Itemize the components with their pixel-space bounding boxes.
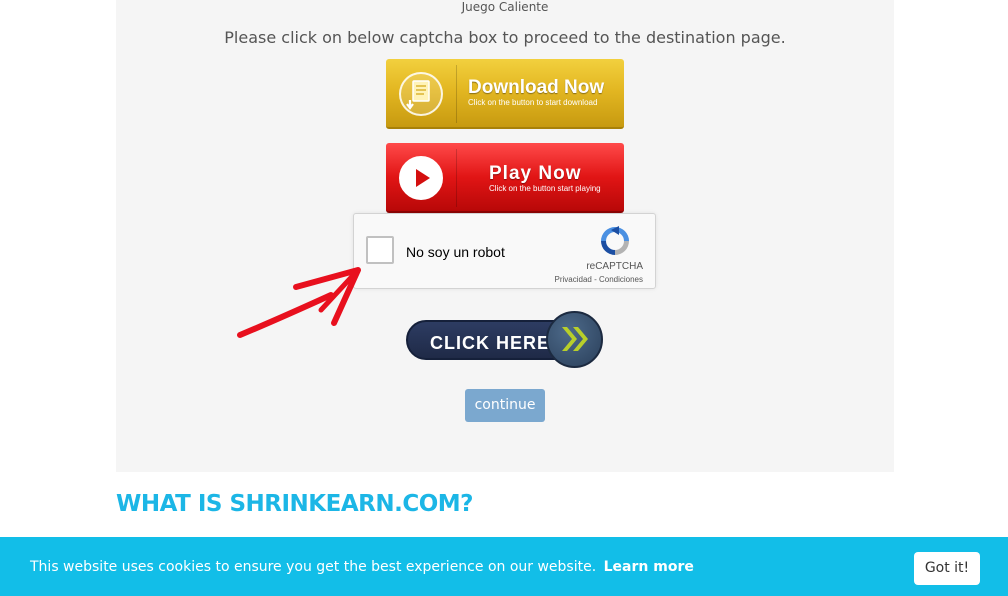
cookie-consent-bar: This website uses cookies to ensure you … (0, 537, 1008, 596)
recaptcha-checkbox[interactable] (366, 236, 394, 264)
download-now-label: Download Now (468, 77, 605, 98)
learn-more-link[interactable]: Learn more (604, 559, 694, 575)
double-chevron-right-icon (546, 311, 603, 368)
play-now-sublabel: Click on the button start playing (489, 184, 601, 193)
content-panel: Juego Caliente Please click on below cap… (116, 0, 894, 472)
play-now-label: Play Now (489, 163, 582, 184)
got-it-button[interactable]: Got it! (914, 552, 980, 585)
recaptcha-brand: reCAPTCHA (586, 261, 643, 272)
play-now-ad-button[interactable]: Play Now Click on the button start playi… (386, 143, 624, 213)
document-download-icon (399, 72, 443, 116)
recaptcha-label: No soy un robot (406, 244, 505, 260)
continue-button[interactable]: continue (465, 389, 545, 422)
download-now-sublabel: Click on the button to start download (468, 98, 598, 107)
download-now-ad-button[interactable]: Download Now Click on the button to star… (386, 59, 624, 129)
recaptcha-logo-icon (598, 224, 632, 258)
click-here-label: CLICK HERE (430, 333, 551, 353)
play-icon (399, 156, 443, 200)
cookie-message: This website uses cookies to ensure you … (30, 559, 597, 575)
captcha-instruction: Please click on below captcha box to pro… (224, 28, 786, 47)
red-arrow-icon (237, 267, 361, 338)
recaptcha-widget: No soy un robot reCAPTCHA Privacidad - C… (353, 213, 656, 289)
link-title: Juego Caliente (461, 0, 549, 14)
recaptcha-privacy-terms-links[interactable]: Privacidad - Condiciones (555, 275, 644, 284)
section-heading: WHAT IS SHRINKEARN.COM? (116, 491, 473, 517)
page: Juego Caliente Please click on below cap… (0, 0, 1008, 596)
click-here-button[interactable]: CLICK HERE (406, 311, 606, 369)
ad-divider (456, 149, 457, 207)
cookie-message-wrap: This website uses cookies to ensure you … (30, 559, 694, 575)
ad-divider (456, 65, 457, 123)
